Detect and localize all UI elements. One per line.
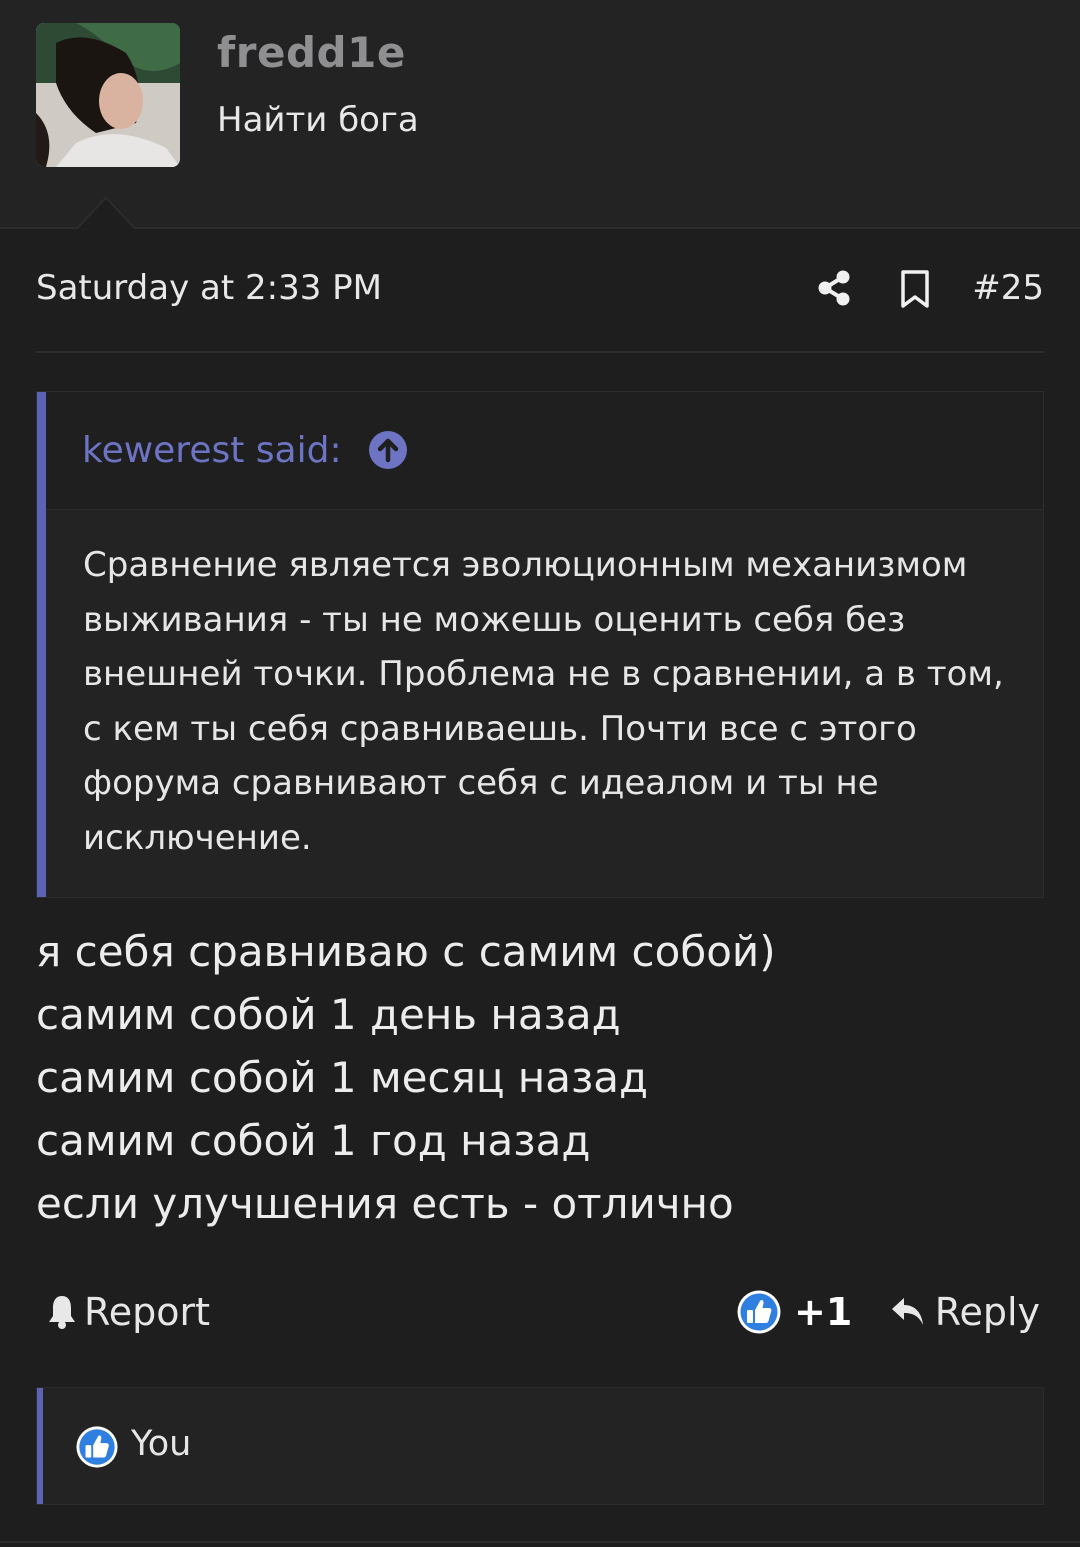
post-body: я себя сравниваю с самим собой) самим со… <box>36 920 1036 1235</box>
bookmark-icon[interactable] <box>900 270 930 308</box>
quote-author[interactable]: kewerest said: <box>82 430 342 471</box>
post-body-line: я себя сравниваю с самим собой) <box>36 927 776 976</box>
post-number[interactable]: #25 <box>972 268 1044 308</box>
thumbs-up-icon <box>75 1425 119 1469</box>
header-divider <box>0 227 1080 229</box>
report-label: Report <box>84 1290 210 1334</box>
reactions-bar[interactable]: You <box>36 1387 1044 1505</box>
reply-label: Reply <box>934 1290 1040 1334</box>
quote-header: kewerest said: <box>46 392 1043 510</box>
quote-accent-bar <box>37 392 46 897</box>
post-meta: Saturday at 2:33 PM #25 <box>36 264 1044 314</box>
bottom-divider <box>0 1541 1080 1543</box>
post-date[interactable]: Saturday at 2:33 PM <box>36 268 382 308</box>
post-body-line: если улучшения есть - отлично <box>36 1179 734 1228</box>
meta-divider <box>36 351 1044 353</box>
reply-button[interactable]: Reply <box>889 1284 1040 1340</box>
post-body-line: самим собой 1 день назад <box>36 990 621 1039</box>
like-button[interactable]: +1 <box>736 1284 852 1340</box>
bell-icon <box>49 1296 75 1329</box>
share-icon[interactable] <box>816 268 852 308</box>
like-count: +1 <box>794 1290 853 1334</box>
reaction-user[interactable]: You <box>131 1424 191 1464</box>
user-header: fredd1e Найти бога <box>0 0 1080 228</box>
user-title: Найти бога <box>217 100 419 140</box>
report-button[interactable]: Report <box>46 1284 210 1340</box>
reply-arrow-icon <box>891 1298 923 1325</box>
post-actions: Report +1 Reply <box>36 1284 1044 1340</box>
username[interactable]: fredd1e <box>217 28 406 77</box>
header-pointer-fill <box>78 199 134 229</box>
quote-text: Сравнение является эволюционным механизм… <box>83 545 1004 858</box>
post-body-line: самим собой 1 месяц назад <box>36 1053 649 1102</box>
reactions-accent-bar <box>37 1388 43 1504</box>
thumbs-up-icon <box>737 1290 781 1334</box>
avatar[interactable] <box>36 23 180 167</box>
post-body-line: самим собой 1 год назад <box>36 1116 591 1165</box>
arrow-up-circle-icon[interactable] <box>368 430 408 470</box>
quote-block: kewerest said: Сравнение является эволюц… <box>36 391 1044 898</box>
